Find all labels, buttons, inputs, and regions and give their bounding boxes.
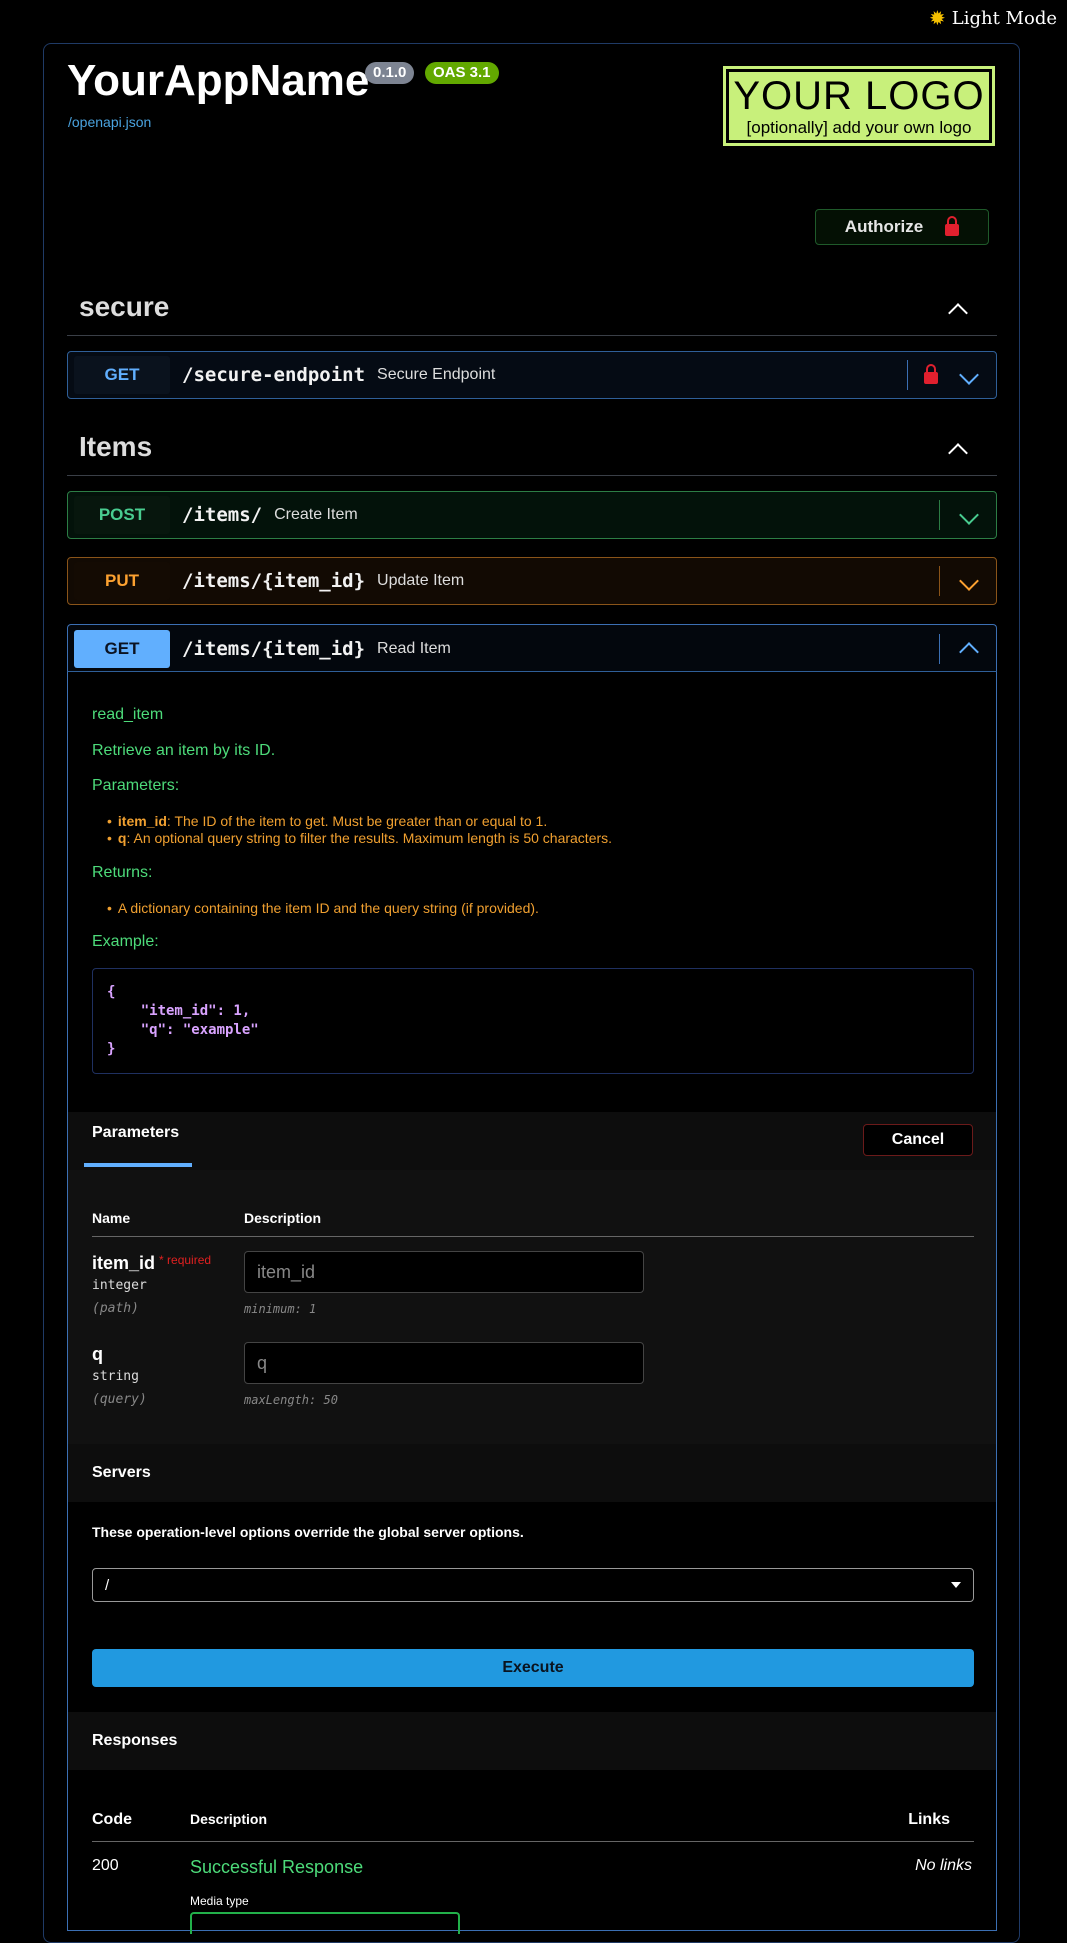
servers-note: These operation-level options override t… <box>92 1524 524 1540</box>
doc-description: Retrieve an item by its ID. <box>92 742 276 759</box>
doc-parameters-heading: Parameters: <box>92 777 180 794</box>
responses-title: Responses <box>92 1732 178 1749</box>
authorize-label: Authorize <box>844 217 924 236</box>
tab-underline <box>84 1163 192 1167</box>
section-secure[interactable]: secure <box>67 285 997 336</box>
operation-summary: Create Item <box>274 506 358 523</box>
response-description: Successful Response <box>190 1857 364 1877</box>
logo-sub-text: [optionally] add your own logo <box>746 118 972 137</box>
divider <box>907 360 908 390</box>
param-name: q <box>92 1344 103 1364</box>
column-header-name: Name <box>92 1210 131 1226</box>
doc-returns-list: A dictionary containing the item ID and … <box>103 900 539 917</box>
param-location: (path) <box>92 1301 139 1316</box>
operation-summary: Secure Endpoint <box>377 366 496 383</box>
operation-path: /items/{item_id} <box>182 637 366 660</box>
sun-icon: ✹ <box>929 6 946 30</box>
oas-badge: OAS 3.1 <box>425 62 499 84</box>
execute-button[interactable]: Execute <box>92 1649 974 1687</box>
divider <box>92 1236 974 1237</box>
column-header-links: Links <box>908 1811 950 1828</box>
light-mode-label: Light Mode <box>951 7 1057 29</box>
doc-function-name: read_item <box>92 706 164 723</box>
section-title: Items <box>79 431 153 462</box>
cancel-button[interactable]: Cancel <box>863 1124 973 1156</box>
chevron-down-icon[interactable] <box>959 505 979 525</box>
q-input[interactable] <box>244 1342 644 1384</box>
media-type-label: Media type <box>190 1894 249 1908</box>
chevron-up-icon[interactable] <box>948 303 968 323</box>
operation-body: read_item Retrieve an item by its ID. Pa… <box>67 671 997 1934</box>
version-badge: 0.1.0 <box>365 62 415 84</box>
doc-returns-heading: Returns: <box>92 864 153 881</box>
lock-icon[interactable] <box>924 364 938 384</box>
param-location: (query) <box>92 1392 147 1407</box>
light-mode-toggle[interactable]: ✹ Light Mode <box>929 6 1057 30</box>
operation-post-items[interactable]: POST /items/ Create Item <box>67 491 997 539</box>
responses-header: Responses <box>68 1712 996 1770</box>
divider <box>939 500 940 530</box>
chevron-down-icon[interactable] <box>959 365 979 385</box>
example-code-block: { "item_id": 1, "q": "example" } <box>92 968 974 1074</box>
logo: YOUR LOGO [optionally] add your own logo <box>723 66 995 146</box>
divider <box>939 633 940 664</box>
chevron-down-icon <box>951 1582 961 1588</box>
tab-parameters[interactable]: Parameters <box>92 1124 179 1142</box>
list-item: q: An optional query string to filter th… <box>118 830 612 847</box>
column-header-description: Description <box>244 1210 322 1226</box>
operation-get-secure-endpoint[interactable]: GET /secure-endpoint Secure Endpoint <box>67 351 997 399</box>
logo-main-text: YOUR LOGO <box>733 74 985 118</box>
parameters-table: Name Description item_id * required integ… <box>68 1170 996 1444</box>
response-code: 200 <box>92 1857 119 1874</box>
column-header-code: Code <box>92 1811 132 1828</box>
chevron-up-icon[interactable] <box>948 443 968 463</box>
operation-get-item[interactable]: GET /items/{item_id} Read Item <box>67 624 997 672</box>
response-links: No links <box>915 1857 972 1874</box>
item-id-input[interactable] <box>244 1251 644 1293</box>
section-title: secure <box>79 291 170 322</box>
method-badge: PUT <box>74 562 170 600</box>
operation-summary: Read Item <box>377 639 451 657</box>
param-type: string <box>92 1369 139 1384</box>
lock-icon <box>945 216 960 236</box>
chevron-up-icon[interactable] <box>959 641 979 662</box>
servers-title: Servers <box>92 1464 151 1481</box>
api-title: YourAppName <box>67 56 370 105</box>
doc-example-heading: Example: <box>92 933 159 950</box>
column-header-description: Description <box>190 1811 268 1827</box>
authorize-button[interactable]: Authorize <box>815 209 989 245</box>
method-badge: POST <box>74 496 170 534</box>
divider <box>939 566 940 596</box>
param-constraint: minimum: 1 <box>244 1302 317 1316</box>
method-badge: GET <box>74 629 170 668</box>
servers-header: Servers <box>68 1444 996 1502</box>
param-type: integer <box>92 1278 147 1293</box>
media-type-select[interactable] <box>190 1912 460 1934</box>
operation-path: /secure-endpoint <box>182 364 366 386</box>
operation-path: /items/ <box>182 504 263 526</box>
openapi-json-link[interactable]: /openapi.json <box>68 114 151 130</box>
param-name: item_id * required <box>92 1253 212 1273</box>
section-items[interactable]: Items <box>67 425 997 476</box>
server-select-value: / <box>105 1576 110 1594</box>
doc-parameters-list: item_id: The ID of the item to get. Must… <box>103 813 612 847</box>
operation-put-item[interactable]: PUT /items/{item_id} Update Item <box>67 557 997 605</box>
server-select[interactable]: / <box>92 1568 974 1602</box>
chevron-down-icon[interactable] <box>959 571 979 591</box>
method-badge: GET <box>74 356 170 394</box>
parameters-header: Parameters Cancel <box>68 1112 996 1170</box>
list-item: A dictionary containing the item ID and … <box>118 900 539 917</box>
param-constraint: maxLength: 50 <box>244 1393 338 1407</box>
divider <box>92 1841 974 1842</box>
operation-summary: Update Item <box>377 572 465 589</box>
required-marker: * required <box>159 1253 212 1267</box>
operation-path: /items/{item_id} <box>182 570 366 592</box>
list-item: item_id: The ID of the item to get. Must… <box>118 813 612 830</box>
